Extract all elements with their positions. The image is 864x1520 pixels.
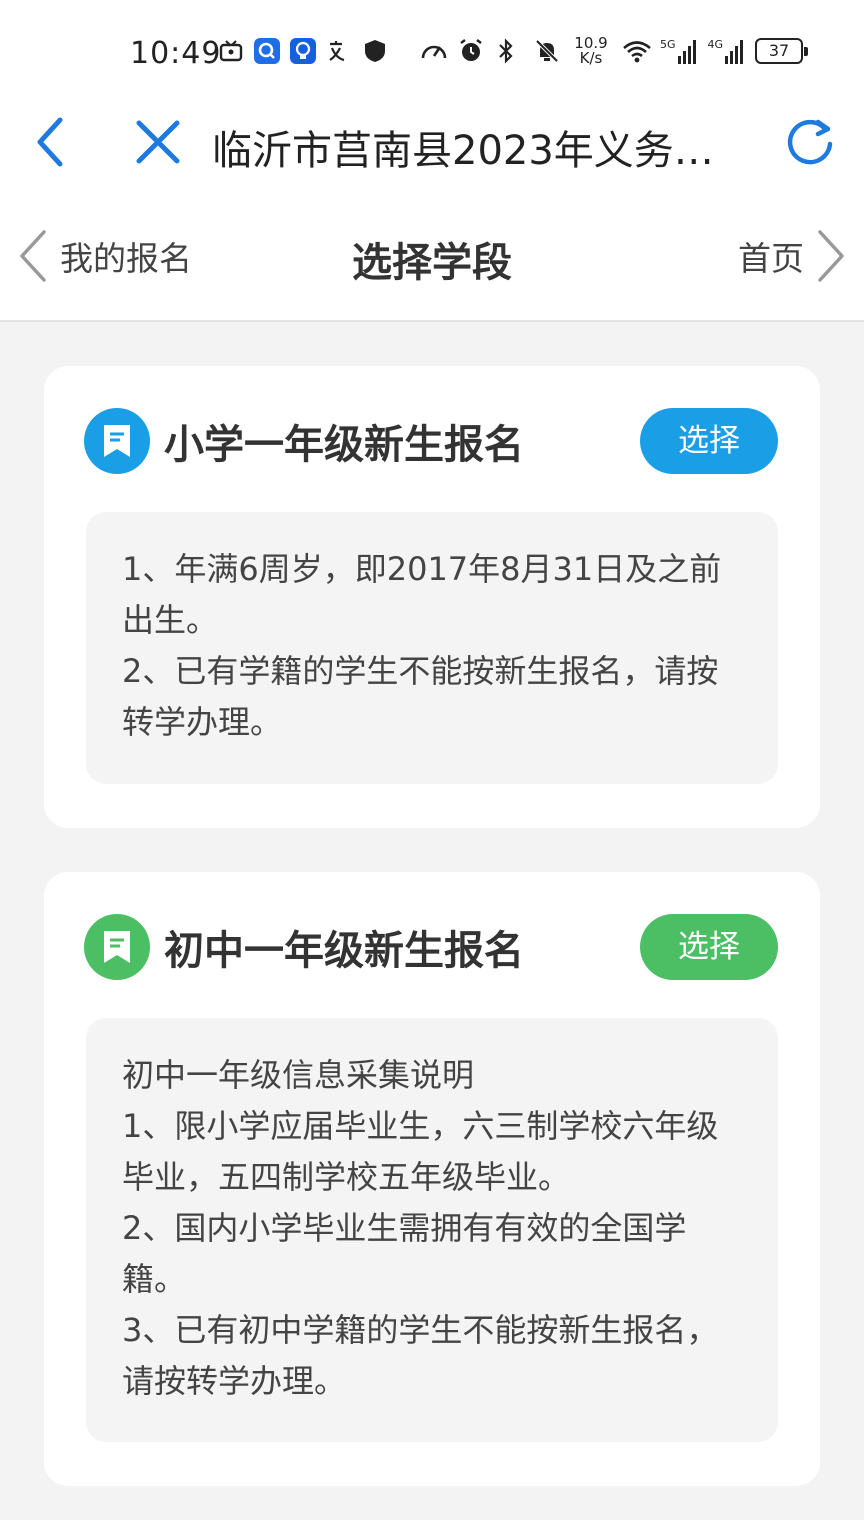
speedometer-icon xyxy=(420,38,447,64)
chevron-left-icon[interactable] xyxy=(30,116,70,168)
description-line: 1、年满6周岁，即2017年8月31日及之前出生。 xyxy=(122,550,722,639)
refresh-icon[interactable] xyxy=(784,116,836,168)
chevron-right-icon xyxy=(814,228,848,284)
alarm-icon xyxy=(458,38,484,64)
browser-toolbar: 临沂市莒南县2023年义务… xyxy=(0,100,864,190)
signal-sim1-icon: 5G xyxy=(660,38,696,64)
bulb-app-icon xyxy=(290,38,316,64)
wifi-icon xyxy=(622,38,651,64)
document-bookmark-icon xyxy=(84,914,150,980)
card-description: 1、年满6周岁，即2017年8月31日及之前出生。 2、已有学籍的学生不能按新生… xyxy=(86,512,778,784)
shield-icon xyxy=(362,38,388,64)
system-icons: 10.9 K/s 5G 4G 37 xyxy=(420,36,809,66)
home-button[interactable]: 首页 xyxy=(738,228,848,284)
battery-icon: 37 xyxy=(755,38,809,64)
card-header: 小学一年级新生报名 xyxy=(84,408,524,474)
status-time: 10:49 xyxy=(130,36,222,71)
description-line: 1、限小学应届毕业生，六三制学校六年级毕业，五四制学校五年级毕业。 xyxy=(122,1107,719,1196)
card-header: 初中一年级新生报名 xyxy=(84,914,524,980)
network-speed: 10.9 K/s xyxy=(572,36,610,66)
document-bookmark-icon xyxy=(84,408,150,474)
bluetooth-icon xyxy=(496,38,522,64)
page-header: 我的报名 选择学段 首页 xyxy=(0,190,864,322)
page-title: 临沂市莒南县2023年义务… xyxy=(212,128,714,174)
status-bar: 10:49 10.9 K/s 5G 4G 37 xyxy=(0,0,864,100)
translate-icon xyxy=(326,38,352,64)
description-line: 2、国内小学毕业生需拥有有效的全国学籍。 xyxy=(122,1209,687,1298)
card-title: 小学一年级新生报名 xyxy=(164,422,524,468)
description-line: 初中一年级信息采集说明 xyxy=(122,1056,475,1094)
junior-high-card: 初中一年级新生报名 选择 初中一年级信息采集说明 1、限小学应届毕业生，六三制学… xyxy=(44,872,820,1486)
search-app-icon xyxy=(254,38,280,64)
home-label: 首页 xyxy=(738,239,804,278)
select-button[interactable]: 选择 xyxy=(640,408,778,474)
network-speed-unit: K/s xyxy=(579,49,603,67)
sim2-type: 4G xyxy=(707,38,724,51)
card-title: 初中一年级新生报名 xyxy=(164,928,524,974)
close-icon[interactable] xyxy=(134,118,182,166)
description-line: 2、已有学籍的学生不能按新生报名，请按转学办理。 xyxy=(122,652,719,741)
primary-school-card: 小学一年级新生报名 选择 1、年满6周岁，即2017年8月31日及之前出生。 2… xyxy=(44,366,820,828)
description-line: 3、已有初中学籍的学生不能按新生报名，请按转学办理。 xyxy=(122,1311,719,1400)
header-title: 选择学段 xyxy=(352,240,512,286)
select-button[interactable]: 选择 xyxy=(640,914,778,980)
card-description: 初中一年级信息采集说明 1、限小学应届毕业生，六三制学校六年级毕业，五四制学校五… xyxy=(86,1018,778,1442)
tv-icon xyxy=(218,38,244,64)
sim1-type: 5G xyxy=(660,38,676,51)
mute-icon xyxy=(534,38,560,64)
notification-icons xyxy=(218,38,388,64)
signal-sim2-icon: 4G xyxy=(708,38,744,64)
